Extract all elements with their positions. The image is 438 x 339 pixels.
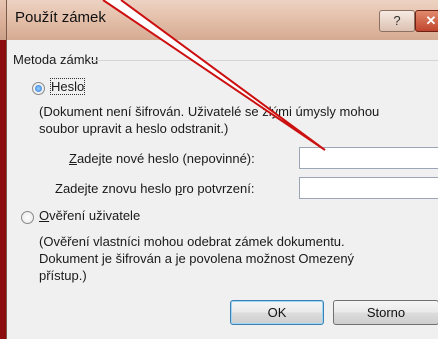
close-icon: ✕	[425, 13, 437, 28]
new-password-label: Zadejte nové heslo (nepovinné):	[69, 151, 255, 166]
help-icon: ?	[393, 13, 401, 28]
user-auth-label-post: věření uživatele	[49, 208, 141, 223]
dialog-content: Metoda zámku Heslo (Dokument není šifrov…	[7, 40, 438, 339]
confirm-password-label: Zadejte znovu heslo pro potvrzení:	[55, 181, 254, 196]
user-auth-radio[interactable]	[21, 211, 34, 224]
new-password-field[interactable]	[299, 147, 438, 169]
user-auth-note-line3: přístup.)	[39, 268, 87, 283]
user-auth-accesskey: O	[39, 208, 50, 223]
title-bar: Použít zámek ? ✕	[7, 0, 438, 40]
group-label: Metoda zámku	[13, 52, 99, 67]
confirm-password-label-pre: Zadejte znovu heslo	[55, 181, 175, 196]
user-auth-note-line2: Dokument je šifrován a je povolena možno…	[39, 251, 355, 266]
group-divider	[91, 60, 438, 61]
user-auth-note: (Ověření vlastníci mohou odebrat zámek d…	[39, 233, 438, 284]
password-note-line1: (Dokument není šifrován. Uživatelé se zl…	[39, 104, 380, 119]
help-button[interactable]: ?	[379, 10, 415, 32]
dialog-title: Použít zámek	[15, 9, 106, 26]
lock-dialog: Použít zámek ? ✕ Metoda zámku Heslo (Dok…	[6, 0, 438, 339]
user-auth-note-line1: (Ověření vlastníci mohou odebrat zámek d…	[39, 234, 345, 249]
cancel-button[interactable]: Storno	[333, 300, 438, 325]
password-note-line2: soubor upravit a heslo odstranit.)	[39, 121, 229, 136]
password-radio[interactable]	[32, 82, 45, 95]
confirm-password-field[interactable]	[299, 177, 438, 199]
close-button[interactable]: ✕	[415, 10, 438, 32]
password-note: (Dokument není šifrován. Uživatelé se zl…	[39, 103, 438, 137]
new-password-label-post: adejte nové heslo (nepovinné):	[76, 151, 255, 166]
ok-button[interactable]: OK	[230, 300, 324, 325]
user-auth-option-label[interactable]: Ověření uživatele	[39, 208, 140, 223]
confirm-password-label-post: ro potvrzení:	[182, 181, 255, 196]
password-option-label[interactable]: Heslo	[49, 78, 86, 95]
new-password-accesskey: Z	[69, 151, 77, 166]
